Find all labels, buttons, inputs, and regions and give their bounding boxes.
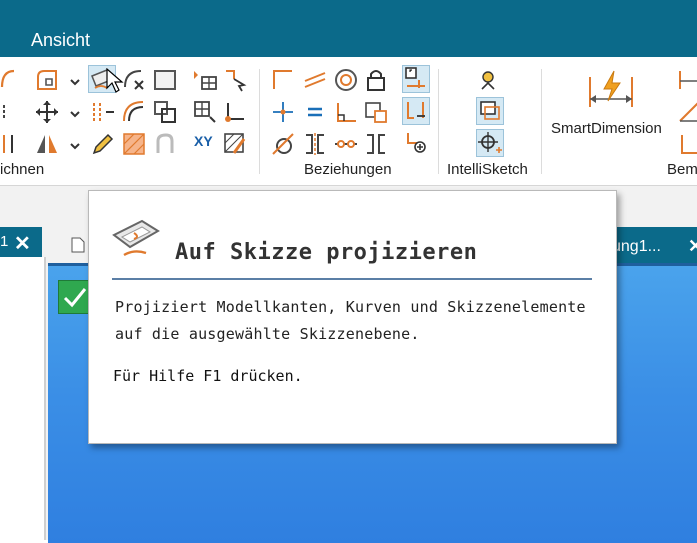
midpoint-icon[interactable] bbox=[270, 99, 296, 125]
group-separator bbox=[541, 69, 542, 174]
coordinate-dimension-icon[interactable] bbox=[676, 131, 697, 157]
maintain-relationships-icon[interactable] bbox=[402, 65, 430, 93]
tooltip-help-hint: Für Hilfe F1 drücken. bbox=[113, 367, 303, 385]
chevron-down-icon[interactable] bbox=[62, 69, 80, 95]
group-label-beziehungen: Beziehungen bbox=[304, 161, 392, 178]
chevron-down-icon[interactable] bbox=[62, 133, 80, 159]
xy-coordinates-button[interactable]: XY bbox=[194, 133, 213, 149]
corner-point-icon[interactable] bbox=[222, 99, 248, 125]
document-tab-right-label: ung1... bbox=[612, 238, 661, 255]
trim-icon[interactable] bbox=[121, 67, 147, 93]
document-icon bbox=[71, 237, 85, 253]
document-tab-left-label: 1 bbox=[0, 233, 9, 250]
chevron-down-icon[interactable] bbox=[62, 101, 80, 127]
construction-icon[interactable] bbox=[0, 99, 26, 125]
tooltip-description-line: Projiziert Modellkanten, Kurven und Skiz… bbox=[115, 298, 586, 316]
symmetric-offset-icon[interactable] bbox=[121, 99, 147, 125]
tangent-icon[interactable] bbox=[270, 131, 296, 157]
tooltip-description: Projiziert Modellkanten, Kurven und Skiz… bbox=[115, 294, 605, 348]
relationship-handles-icon[interactable] bbox=[402, 97, 430, 125]
intellisketch-point-icon[interactable] bbox=[476, 129, 504, 157]
tooltip-description-line: auf die ausgewählte Skizzenebene. bbox=[115, 325, 420, 343]
group-label-zeichnen: ichnen bbox=[0, 161, 45, 178]
move-icon[interactable] bbox=[34, 99, 60, 125]
concentric-icon[interactable] bbox=[333, 67, 359, 93]
smartdimension-icon[interactable] bbox=[588, 69, 634, 111]
bend-icon[interactable] bbox=[152, 131, 178, 157]
intellisketch-options-icon[interactable] bbox=[476, 67, 502, 93]
grid-icon[interactable] bbox=[192, 99, 218, 125]
hatch-pencil-icon[interactable] bbox=[222, 131, 248, 157]
ribbon: XY ichnen Beziehungen IntelliSketch Smar… bbox=[0, 57, 697, 186]
pencil-icon[interactable] bbox=[90, 131, 116, 157]
project-to-sketch-icon bbox=[112, 217, 162, 261]
rigid-set-icon[interactable] bbox=[363, 99, 389, 125]
fillet-icon[interactable] bbox=[34, 67, 60, 93]
symmetric-icon[interactable] bbox=[302, 131, 328, 157]
group-label-intellisketch: IntelliSketch bbox=[447, 161, 528, 178]
tooltip-title: Auf Skizze projizieren bbox=[175, 240, 478, 265]
scale-icon[interactable] bbox=[152, 99, 178, 125]
rectangle-icon[interactable] bbox=[152, 67, 178, 93]
angle-dimension-icon[interactable] bbox=[676, 99, 697, 125]
close-icon[interactable]: ✕ bbox=[688, 236, 697, 257]
connect-icon[interactable] bbox=[270, 67, 296, 93]
coincident-icon[interactable] bbox=[333, 131, 359, 157]
symmetry-axis-icon[interactable] bbox=[363, 131, 389, 157]
accept-check-icon[interactable] bbox=[58, 280, 92, 314]
table-insert-icon[interactable] bbox=[192, 67, 218, 93]
group-separator bbox=[259, 69, 260, 174]
equal-icon[interactable] bbox=[302, 99, 328, 125]
tooltip-divider bbox=[112, 278, 592, 280]
mouse-cursor-icon bbox=[106, 67, 124, 94]
mirror-icon[interactable] bbox=[34, 131, 60, 157]
group-separator bbox=[438, 69, 439, 174]
mirror-line-icon[interactable] bbox=[0, 131, 26, 157]
distance-dimension-icon[interactable] bbox=[676, 67, 697, 93]
intellisketch-relationships-icon[interactable] bbox=[476, 97, 504, 125]
close-icon[interactable]: ✕ bbox=[14, 231, 31, 256]
menu-item-ansicht[interactable]: Ansicht bbox=[31, 30, 90, 51]
title-menu-bar bbox=[0, 0, 697, 57]
arc-icon[interactable] bbox=[0, 67, 26, 93]
point-select-icon[interactable] bbox=[222, 67, 248, 93]
smartdimension-button[interactable]: SmartDimension bbox=[551, 120, 662, 137]
lock-icon[interactable] bbox=[363, 67, 389, 93]
collinear-icon[interactable] bbox=[302, 67, 328, 93]
offset-icon[interactable] bbox=[90, 99, 116, 125]
left-side-panel bbox=[0, 257, 46, 540]
perpendicular-icon[interactable] bbox=[333, 99, 359, 125]
relationship-assistant-icon[interactable] bbox=[402, 129, 428, 155]
fill-hatch-icon[interactable] bbox=[121, 131, 147, 157]
group-label-bemassung: Bem bbox=[667, 161, 697, 178]
